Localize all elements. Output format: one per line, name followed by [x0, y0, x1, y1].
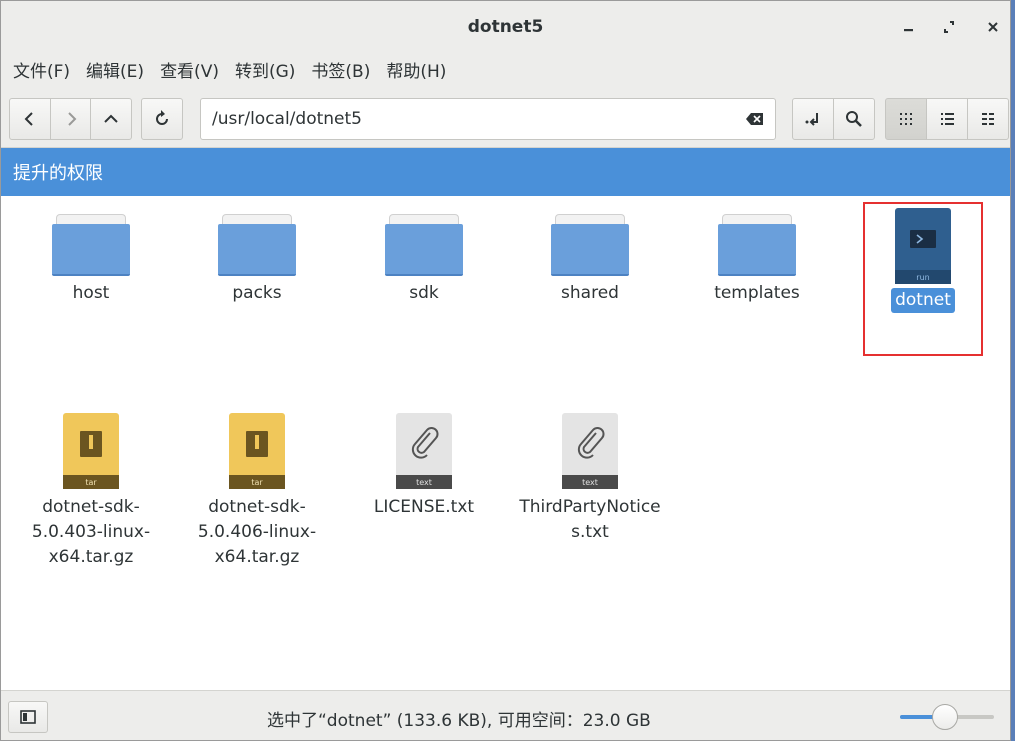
file-name: sdk	[409, 283, 439, 303]
chevron-up-icon	[104, 114, 118, 123]
folder-icon	[52, 214, 130, 276]
file-item-templates[interactable]: templates	[682, 214, 832, 306]
maximize-icon	[944, 21, 954, 33]
file-name: templates	[714, 283, 800, 303]
sidebar-icon	[20, 710, 36, 724]
elevated-privileges-bar: 提升的权限	[1, 148, 1010, 196]
file-name: packs	[232, 283, 282, 303]
compact-view-button[interactable]	[967, 98, 1009, 140]
location-entry[interactable]: /usr/local/dotnet5	[200, 98, 776, 140]
folder-icon	[385, 214, 463, 276]
search-button[interactable]	[833, 98, 875, 140]
parent-folder-button[interactable]	[90, 98, 132, 140]
file-name-line: s.txt	[571, 522, 609, 542]
icon-view-button[interactable]	[885, 98, 927, 140]
archive-icon: tar	[229, 413, 285, 489]
status-bar: 选中了“dotnet” (133.6 KB), 可用空间：23.0 GB	[1, 690, 1010, 740]
status-text: 选中了“dotnet” (133.6 KB), 可用空间：23.0 GB	[267, 711, 651, 731]
file-view: host packs sdk shared templates run dotn…	[1, 196, 1010, 690]
folder-icon	[551, 214, 629, 276]
toggle-sidebar-button[interactable]	[8, 701, 48, 733]
file-name-line: x64.tar.gz	[48, 547, 134, 567]
zoom-slider-knob[interactable]	[932, 704, 959, 730]
menu-view[interactable]: 查看(V)	[152, 53, 227, 91]
search-icon	[846, 111, 862, 127]
file-name-line: 5.0.403-linux-	[31, 522, 151, 542]
file-name-line: dotnet-sdk-	[208, 497, 306, 517]
file-name-line: ThirdPartyNotice	[519, 497, 661, 517]
close-button[interactable]	[981, 15, 1005, 39]
menu-help[interactable]: 帮助(H)	[378, 53, 454, 91]
file-name: shared	[561, 283, 619, 303]
tar-badge: tar	[251, 478, 263, 487]
back-button[interactable]	[9, 98, 51, 140]
text-badge: text	[582, 478, 598, 487]
folder-icon	[218, 214, 296, 276]
file-item-shared[interactable]: shared	[515, 214, 665, 306]
maximize-button[interactable]	[937, 15, 961, 39]
forward-button[interactable]	[50, 98, 91, 140]
file-name-line: dotnet-sdk-	[42, 497, 140, 517]
window-title: dotnet5	[467, 17, 544, 37]
compact-view-icon	[982, 113, 994, 125]
file-name: ThirdPartyNotice s.txt	[515, 495, 665, 545]
file-name: dotnet-sdk- 5.0.406-linux- x64.tar.gz	[182, 495, 332, 570]
close-icon	[988, 22, 998, 32]
archive-icon: tar	[63, 413, 119, 489]
menu-bar: 文件(F) 编辑(E) 查看(V) 转到(G) 书签(B) 帮助(H)	[1, 53, 1010, 91]
chevron-right-icon	[67, 112, 76, 126]
reload-button[interactable]	[141, 98, 183, 140]
file-name: dotnet-sdk- 5.0.403-linux- x64.tar.gz	[16, 495, 166, 570]
file-item-third-party-notices[interactable]: text ThirdPartyNotice s.txt	[515, 413, 665, 545]
file-manager-window: dotnet5 文件(F) 编辑(E) 查看(V) 转到(G) 书签(B) 帮助…	[0, 0, 1011, 741]
backspace-icon	[746, 113, 763, 125]
file-name-line: x64.tar.gz	[214, 547, 300, 567]
minimize-button[interactable]	[897, 15, 921, 39]
annotation-highlight-box	[863, 202, 983, 356]
reload-icon	[156, 110, 168, 125]
grid-view-icon	[900, 113, 912, 125]
list-view-button[interactable]	[926, 98, 968, 140]
minimize-icon	[904, 29, 913, 32]
tar-badge: tar	[85, 478, 97, 487]
text-badge: text	[416, 478, 432, 487]
location-icon	[805, 113, 818, 126]
menu-edit[interactable]: 编辑(E)	[78, 53, 152, 91]
file-item-packs[interactable]: packs	[182, 214, 332, 306]
file-name: host	[72, 283, 110, 303]
file-item-dotnet-sdk-403[interactable]: tar dotnet-sdk- 5.0.403-linux- x64.tar.g…	[16, 413, 166, 570]
title-bar: dotnet5	[1, 1, 1010, 54]
file-item-dotnet-sdk-406[interactable]: tar dotnet-sdk- 5.0.406-linux- x64.tar.g…	[182, 413, 332, 570]
file-item-license[interactable]: text LICENSE.txt	[349, 413, 499, 520]
location-path: /usr/local/dotnet5	[212, 109, 362, 129]
file-name-line: 5.0.406-linux-	[197, 522, 317, 542]
file-item-host[interactable]: host	[16, 214, 166, 306]
list-view-icon	[941, 113, 954, 125]
text-file-icon: text	[396, 413, 452, 489]
menu-bookmarks[interactable]: 书签(B)	[303, 53, 378, 91]
text-file-icon: text	[562, 413, 618, 489]
clear-location-button[interactable]	[745, 111, 765, 131]
infobar-text: 提升的权限	[13, 163, 103, 184]
menu-go[interactable]: 转到(G)	[227, 53, 303, 91]
folder-icon	[718, 214, 796, 276]
chevron-left-icon	[24, 112, 33, 126]
open-location-button[interactable]	[792, 98, 834, 140]
menu-file[interactable]: 文件(F)	[5, 53, 78, 91]
file-name: LICENSE.txt	[373, 497, 475, 517]
file-item-sdk[interactable]: sdk	[349, 214, 499, 306]
